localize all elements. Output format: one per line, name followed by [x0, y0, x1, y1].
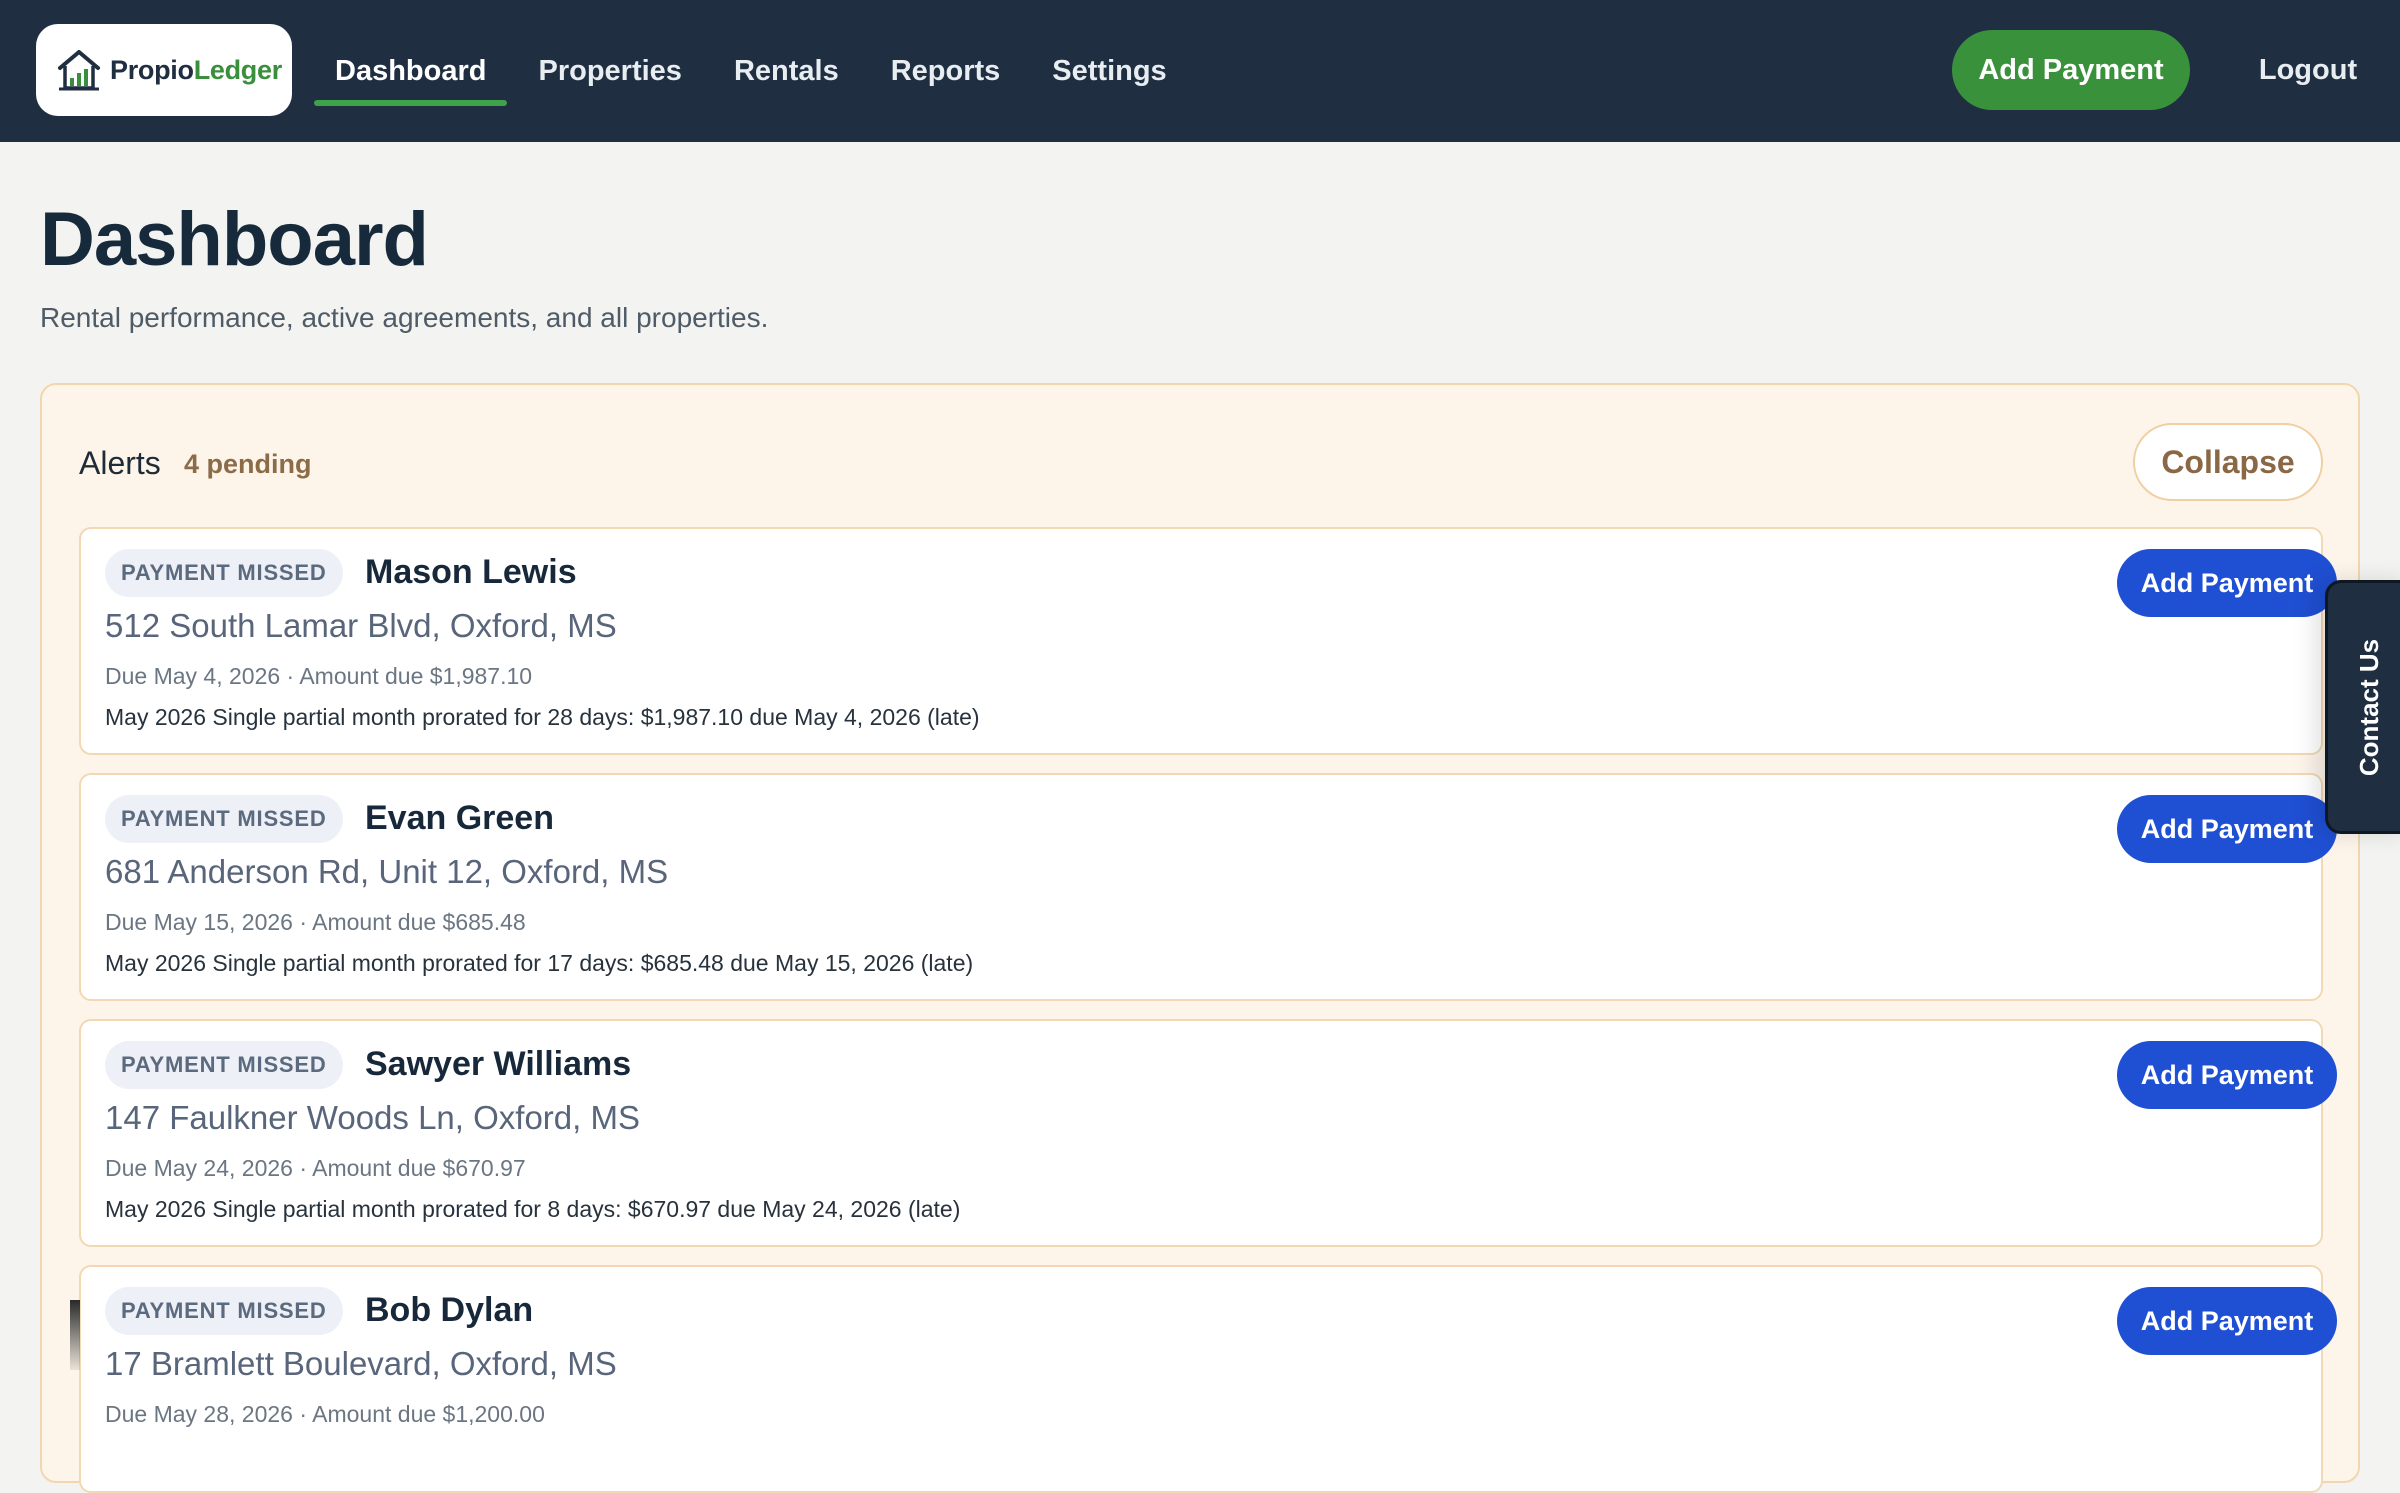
- status-badge: PAYMENT MISSED: [105, 549, 343, 597]
- collapse-alerts-button[interactable]: Collapse: [2133, 423, 2323, 501]
- tenant-name: Sawyer Williams: [365, 1045, 632, 1083]
- logo-text-primary: Propio: [110, 54, 194, 85]
- property-address: 512 South Lamar Blvd, Oxford, MS: [105, 607, 617, 644]
- logo-text-accent: Ledger: [193, 54, 283, 85]
- top-navigation-bar: PropioLedger Dashboard Properties Rental…: [0, 0, 2400, 142]
- tenant-name: Mason Lewis: [365, 553, 577, 591]
- add-payment-button[interactable]: Add Payment: [2117, 1041, 2337, 1109]
- due-summary: Due May 24, 2026 · Amount due $670.97: [105, 1155, 526, 1181]
- property-address: 147 Faulkner Woods Ln, Oxford, MS: [105, 1099, 640, 1136]
- nav-settings[interactable]: Settings: [1031, 0, 1187, 142]
- main-nav: Dashboard Properties Rentals Reports Set…: [314, 0, 1198, 142]
- alerts-panel: Alerts 4 pending Collapse PAYMENT MISSED…: [40, 383, 2360, 1493]
- nav-reports[interactable]: Reports: [870, 0, 1022, 142]
- nav-dashboard[interactable]: Dashboard: [314, 0, 508, 142]
- alerts-title: Alerts: [79, 445, 161, 481]
- add-payment-button[interactable]: Add Payment: [2117, 549, 2337, 617]
- tenant-name: Bob Dylan: [365, 1291, 534, 1329]
- nav-properties[interactable]: Properties: [517, 0, 702, 142]
- property-address: 17 Bramlett Boulevard, Oxford, MS: [105, 1345, 617, 1382]
- alerts-pending-count: 4 pending: [184, 449, 312, 479]
- page-title: Dashboard: [40, 197, 429, 282]
- contact-us-label: Contact Us: [2354, 638, 2385, 776]
- property-address: 681 Anderson Rd, Unit 12, Oxford, MS: [105, 853, 669, 890]
- status-badge: PAYMENT MISSED: [105, 795, 343, 843]
- add-payment-button[interactable]: Add Payment: [2117, 1287, 2337, 1355]
- house-chart-icon: [58, 50, 100, 91]
- alert-card: PAYMENT MISSED Sawyer Williams 147 Faulk…: [79, 1019, 2337, 1247]
- alert-description: May 2026 Single partial month prorated f…: [105, 704, 980, 730]
- nav-rentals[interactable]: Rentals: [713, 0, 860, 142]
- status-badge: PAYMENT MISSED: [105, 1287, 343, 1335]
- add-payment-button[interactable]: Add Payment: [2117, 795, 2337, 863]
- tenant-name: Evan Green: [365, 799, 554, 837]
- header-add-payment-button[interactable]: Add Payment: [1952, 30, 2190, 110]
- logo-wordmark: PropioLedger: [110, 55, 282, 86]
- page-subtitle: Rental performance, active agreements, a…: [40, 302, 769, 333]
- alert-description: May 2026 Single partial month prorated f…: [105, 950, 974, 976]
- text-cursor: [70, 1300, 80, 1370]
- logout-button[interactable]: Logout: [2240, 30, 2376, 110]
- contact-us-tab[interactable]: Contact Us: [2325, 580, 2400, 834]
- app-logo[interactable]: PropioLedger: [36, 24, 292, 116]
- due-summary: Due May 28, 2026 · Amount due $1,200.00: [105, 1401, 545, 1427]
- alert-card: PAYMENT MISSED Mason Lewis 512 South Lam…: [79, 527, 2337, 755]
- alert-card: PAYMENT MISSED Evan Green 681 Anderson R…: [79, 773, 2337, 1001]
- status-badge: PAYMENT MISSED: [105, 1041, 343, 1089]
- due-summary: Due May 15, 2026 · Amount due $685.48: [105, 909, 526, 935]
- alert-card: PAYMENT MISSED Bob Dylan 17 Bramlett Bou…: [79, 1265, 2337, 1493]
- alert-description: May 2026 Single partial month prorated f…: [105, 1196, 961, 1222]
- due-summary: Due May 4, 2026 · Amount due $1,987.10: [105, 663, 533, 689]
